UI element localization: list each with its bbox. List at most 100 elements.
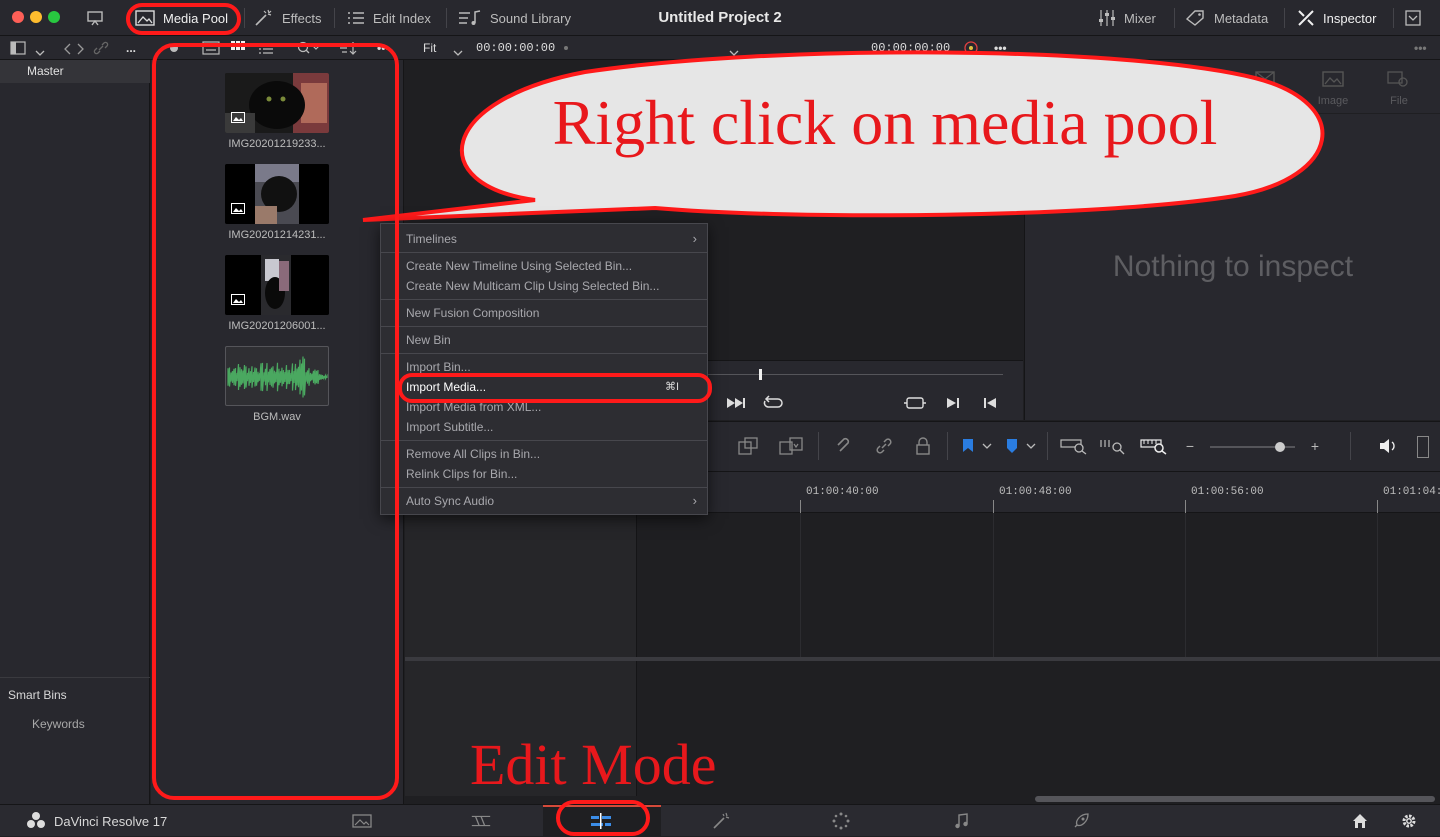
speaker-icon[interactable] xyxy=(1375,435,1401,457)
loop-icon[interactable] xyxy=(761,393,785,413)
menu-item-create-timeline[interactable]: Create New Timeline Using Selected Bin..… xyxy=(381,256,707,276)
project-title: Untitled Project 2 xyxy=(658,9,782,26)
inspector-button[interactable]: Inspector xyxy=(1297,0,1376,36)
workspace-layout-icon[interactable] xyxy=(86,9,104,32)
menu-item-new-fusion-composition[interactable]: New Fusion Composition xyxy=(381,303,707,323)
flag-dropdown[interactable] xyxy=(959,434,995,458)
fusion-page-icon[interactable] xyxy=(710,811,732,831)
davinci-logo-icon xyxy=(26,811,46,832)
list-icon xyxy=(347,11,365,25)
audio-meter-icon[interactable] xyxy=(1417,436,1429,458)
keywords-bin[interactable]: Keywords xyxy=(32,717,85,731)
minimize-window-button[interactable] xyxy=(30,11,42,23)
menu-item-timelines[interactable]: Timelines › xyxy=(381,229,707,249)
toolbar-divider xyxy=(334,8,335,28)
fairlight-page-icon[interactable] xyxy=(950,811,972,831)
sound-library-button[interactable]: Sound Library xyxy=(458,0,571,36)
color-page-icon[interactable] xyxy=(830,811,852,831)
ruler-timecode: 01:00:56:00 xyxy=(1191,486,1264,498)
snapping-magnet-icon[interactable] xyxy=(833,434,857,458)
effects-label: Effects xyxy=(282,10,322,26)
match-frame-icon[interactable] xyxy=(903,393,927,413)
toolbar-divider xyxy=(1350,432,1351,460)
inspector-options-icon[interactable]: ••• xyxy=(1414,36,1427,60)
settings-gear-icon[interactable] xyxy=(1398,811,1420,831)
menu-item-create-multicam[interactable]: Create New Multicam Clip Using Selected … xyxy=(381,276,707,296)
link-icon[interactable] xyxy=(93,41,109,60)
next-clip-icon[interactable] xyxy=(725,393,747,413)
master-bin[interactable]: Master xyxy=(0,60,150,83)
effects-button[interactable]: Effects xyxy=(254,0,322,36)
bins-more-button[interactable]: ... xyxy=(126,36,136,60)
tag-icon xyxy=(1186,10,1206,26)
edit-page-highlight-ring xyxy=(556,800,650,836)
magic-wand-icon xyxy=(254,9,274,27)
timeline-scrollbar[interactable] xyxy=(1035,796,1435,802)
metadata-button[interactable]: Metadata xyxy=(1186,0,1268,36)
mixer-label: Mixer xyxy=(1124,10,1156,26)
grid-line xyxy=(993,513,994,657)
toolbar-divider xyxy=(446,8,447,28)
toolbar-divider xyxy=(244,8,245,28)
ruler-timecode: 01:01:04:0 xyxy=(1383,486,1440,498)
menu-separator xyxy=(381,299,707,300)
expand-panel-icon[interactable] xyxy=(1405,10,1421,31)
ruler-tick xyxy=(800,500,801,514)
menu-item-new-bin[interactable]: New Bin xyxy=(381,330,707,350)
inspector-label: Inspector xyxy=(1323,10,1377,26)
ruler-tick xyxy=(993,500,994,514)
marker-dropdown[interactable] xyxy=(1003,434,1039,458)
ruler-tick xyxy=(1185,500,1186,514)
video-track-header[interactable] xyxy=(405,513,637,657)
menu-separator xyxy=(381,487,707,488)
step-back-icon[interactable] xyxy=(980,393,1000,413)
close-window-button[interactable] xyxy=(12,11,24,23)
zoom-custom-icon[interactable] xyxy=(1139,434,1169,458)
overwrite-clip-icon[interactable] xyxy=(735,434,761,458)
cut-page-icon[interactable] xyxy=(470,811,492,831)
edit-index-label: Edit Index xyxy=(373,10,431,26)
menu-item-remove-all-clips[interactable]: Remove All Clips in Bin... xyxy=(381,444,707,464)
menu-separator xyxy=(381,440,707,441)
deliver-page-icon[interactable] xyxy=(1070,811,1092,831)
home-icon[interactable] xyxy=(1349,811,1371,831)
menu-separator xyxy=(381,353,707,354)
linked-selection-icon[interactable] xyxy=(872,434,896,458)
zoom-detail-icon[interactable] xyxy=(1099,434,1129,458)
toolbar-divider xyxy=(947,432,948,460)
toolbar-divider xyxy=(818,432,819,460)
edit-index-button[interactable]: Edit Index xyxy=(347,0,431,36)
bin-list-panel: Master Smart Bins Keywords xyxy=(0,60,150,804)
step-forward-icon[interactable] xyxy=(943,393,963,413)
mixer-button[interactable]: Mixer xyxy=(1098,0,1156,36)
video-track-area[interactable] xyxy=(405,513,1440,657)
page-navigation-bar: DaVinci Resolve 17 xyxy=(0,804,1440,837)
grid-line xyxy=(800,513,801,657)
app-brand: DaVinci Resolve 17 xyxy=(26,805,167,837)
zoom-in-icon[interactable]: + xyxy=(1307,436,1323,456)
menu-item-import-subtitle[interactable]: Import Subtitle... xyxy=(381,417,707,437)
callout-text: Right click on media pool xyxy=(552,87,1218,158)
replace-clip-icon[interactable] xyxy=(777,434,807,458)
navigate-back-forward-icon[interactable] xyxy=(64,42,84,60)
toolbar-divider xyxy=(1047,432,1048,460)
menu-item-auto-sync-audio[interactable]: Auto Sync Audio › xyxy=(381,491,707,511)
playhead-handle[interactable] xyxy=(759,369,762,380)
zoom-window-button[interactable] xyxy=(48,11,60,23)
menu-separator xyxy=(381,252,707,253)
zoom-out-icon[interactable]: − xyxy=(1182,436,1198,456)
sliders-icon xyxy=(1098,9,1116,27)
file-tab-label[interactable]: File xyxy=(1373,95,1425,107)
toolbar-divider xyxy=(1393,8,1394,28)
media-page-icon[interactable] xyxy=(351,811,373,831)
smart-bins-section: Smart Bins Keywords xyxy=(0,677,150,804)
menu-item-relink-clips[interactable]: Relink Clips for Bin... xyxy=(381,464,707,484)
ruler-timecode: 01:00:40:00 xyxy=(806,486,879,498)
edit-mode-annotation: Edit Mode xyxy=(470,732,717,797)
position-lock-icon[interactable] xyxy=(911,434,935,458)
chevron-right-icon: › xyxy=(692,493,697,508)
zoom-slider-handle[interactable] xyxy=(1275,442,1285,452)
sidebar-toggle-icon[interactable] xyxy=(10,41,26,60)
zoom-full-icon[interactable] xyxy=(1059,434,1089,458)
file-tab-icon[interactable] xyxy=(1386,70,1410,93)
